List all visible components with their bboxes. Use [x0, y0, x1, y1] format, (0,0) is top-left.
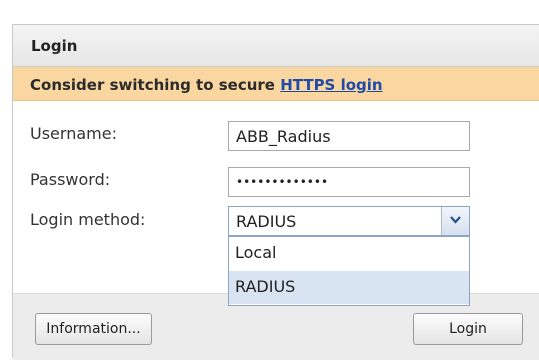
login-method-dropdown: Local RADIUS	[228, 236, 470, 306]
dropdown-toggle[interactable]	[441, 207, 469, 235]
login-button[interactable]: Login	[413, 313, 523, 345]
notice-message: Consider switching to secure	[30, 76, 281, 94]
login-panel: Login Consider switching to secure HTTPS…	[12, 24, 539, 360]
username-field[interactable]: ABB_Radius	[228, 121, 470, 151]
https-login-link[interactable]: HTTPS login	[280, 76, 382, 94]
option-radius[interactable]: RADIUS	[229, 271, 469, 304]
option-local[interactable]: Local	[229, 237, 469, 270]
chevron-down-icon	[450, 216, 461, 224]
information-button[interactable]: Information...	[35, 313, 152, 345]
password-label: Password:	[30, 170, 111, 189]
login-method-label: Login method:	[30, 210, 146, 229]
panel-title: Login	[31, 37, 78, 55]
login-method-value: RADIUS	[236, 212, 297, 231]
https-notice: Consider switching to secure HTTPS login	[13, 67, 539, 101]
panel-header: Login	[13, 25, 539, 67]
password-field[interactable]: •••••••••••••	[228, 167, 470, 197]
notice-text: Consider switching to secure HTTPS login	[30, 76, 383, 94]
login-method-select[interactable]: RADIUS	[228, 206, 470, 236]
username-label: Username:	[30, 124, 117, 143]
